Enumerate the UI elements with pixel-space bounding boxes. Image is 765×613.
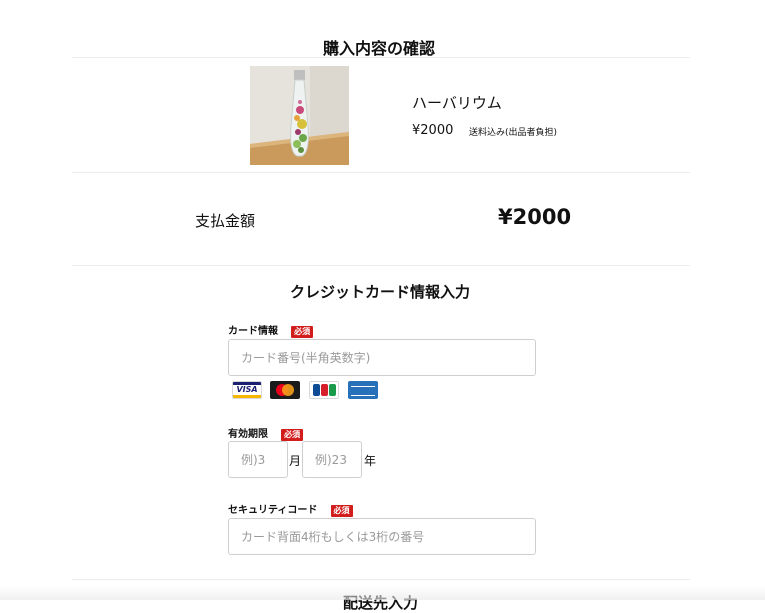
shipping-note: 送料込み(出品者負担) [469,128,558,138]
card-number-input[interactable] [228,339,536,376]
payment-amount: ¥2000 [498,205,572,229]
security-label: セキュリティコード [228,505,318,516]
product-price: ¥2000 [412,123,454,138]
year-unit: 年 [364,454,377,468]
required-badge: 必須 [330,505,353,517]
divider [72,57,690,58]
confirm-title: 購入内容の確認 [323,39,436,58]
product-image [250,66,349,165]
product-name: ハーバリウム [412,94,502,112]
divider [72,579,690,580]
security-code-input[interactable] [228,518,536,555]
divider [72,265,690,266]
required-badge: 必須 [291,326,314,338]
expiry-month-input[interactable] [228,441,288,478]
expiry-year-input[interactable] [302,441,362,478]
card-info-label-row: カード情報 必須 [228,319,314,338]
required-badge: 必須 [281,429,304,441]
card-form-title: クレジットカード情報入力 [290,283,471,301]
jcb-icon [309,381,339,399]
security-label-row: セキュリティコード 必須 [228,498,353,517]
month-unit: 月 [289,454,302,468]
visa-icon: VISA [232,381,262,399]
bottom-shadow [0,585,765,600]
amex-icon [348,381,378,399]
divider [72,172,690,173]
expiry-label: 有効期限 [228,429,268,440]
card-info-label: カード情報 [228,326,278,337]
expiry-label-row: 有効期限 必須 [228,422,304,441]
mastercard-icon [270,381,300,399]
payment-label: 支払金額 [195,212,256,230]
